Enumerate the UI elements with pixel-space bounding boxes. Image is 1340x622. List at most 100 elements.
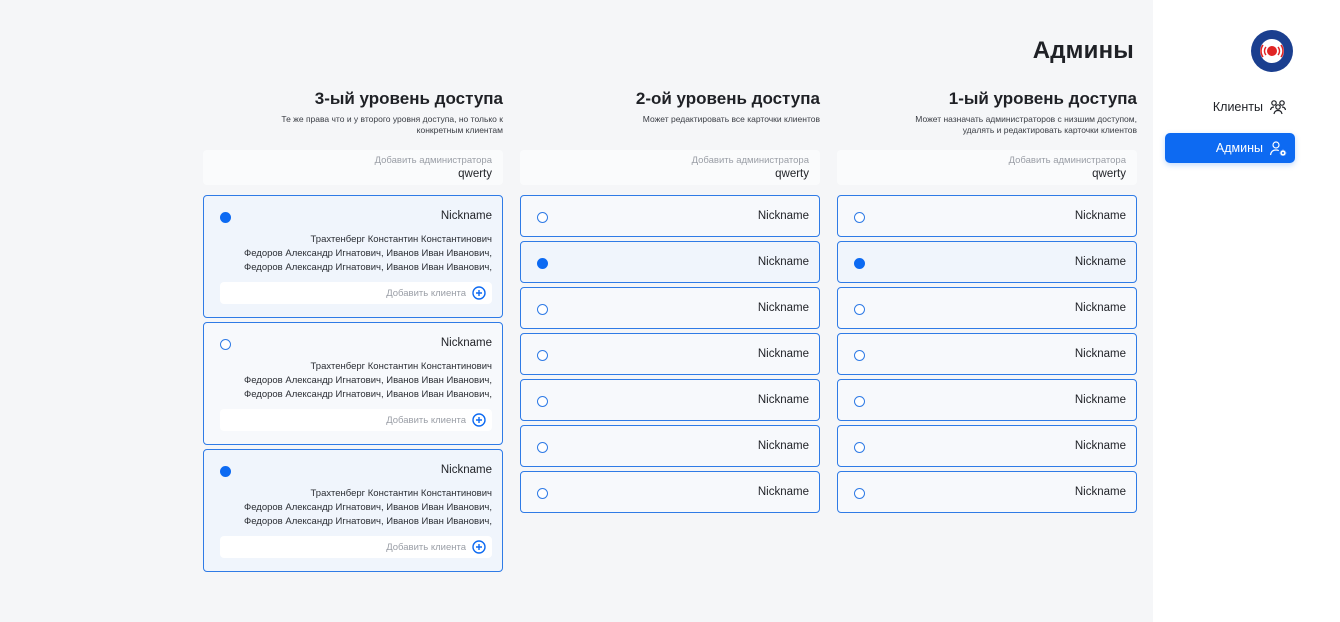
client-line: Федоров Александр Игнатович, Иванов Иван… [243, 516, 492, 527]
admin-nickname: Nickname [757, 440, 809, 452]
admin-nickname: Nickname [1074, 348, 1126, 360]
admin-card[interactable]: Nickname [520, 379, 820, 421]
admin-card[interactable]: Nickname Трахтенберг Константин Констант… [203, 195, 503, 318]
admin-card[interactable]: Nickname [520, 287, 820, 329]
add-client-button[interactable]: Добавить клиента [220, 409, 492, 431]
plus-circle-icon [472, 540, 486, 554]
client-list: Трахтенберг Константин Константинович Фе… [244, 487, 492, 529]
admin-radio[interactable] [537, 304, 548, 315]
admin-card[interactable]: Nickname [520, 241, 820, 283]
admin-nickname: Nickname [757, 256, 809, 268]
column-description-line: удалять и редактировать карточки клиенто… [962, 125, 1137, 135]
admin-nickname: Nickname [1074, 394, 1126, 406]
sidebar-item-admins[interactable]: Админы [1165, 133, 1295, 163]
admin-card[interactable]: Nickname [837, 241, 1137, 283]
page-title: Админы [1032, 37, 1134, 64]
add-admin-value: qwerty [775, 168, 809, 180]
admin-nickname: Nickname [757, 210, 809, 222]
add-admin-value: qwerty [458, 168, 492, 180]
admin-radio[interactable] [854, 304, 865, 315]
admin-card[interactable]: Nickname [837, 195, 1137, 237]
add-client-button[interactable]: Добавить клиента [220, 536, 492, 558]
admin-nickname: Nickname [1074, 302, 1126, 314]
column-description: Может назначать администраторов с низшим… [837, 114, 1137, 138]
admin-radio[interactable] [537, 442, 548, 453]
admin-card[interactable]: Nickname [837, 333, 1137, 375]
add-admin-label: Добавить администратора [374, 155, 492, 166]
admin-radio[interactable] [220, 212, 231, 223]
client-line: Трахтенберг Константин Константинович [310, 361, 492, 372]
add-admin-label: Добавить администратора [691, 155, 809, 166]
admin-card[interactable]: Nickname [837, 425, 1137, 467]
admin-card[interactable]: Nickname [837, 379, 1137, 421]
admin-radio[interactable] [537, 396, 548, 407]
column-title: 1-ый уровень доступа [948, 89, 1137, 108]
column-title: 2-ой уровень доступа [635, 89, 820, 108]
add-admin-field[interactable]: Добавить администратора qwerty [520, 150, 820, 185]
admin-card[interactable]: Nickname [520, 195, 820, 237]
admin-nickname: Nickname [440, 337, 492, 349]
admin-list: Nickname Nickname Nickname Nickname Nick… [520, 195, 820, 513]
column-description-line: конкретным клиентам [416, 125, 503, 135]
admin-nickname: Nickname [440, 464, 492, 476]
client-line: Федоров Александр Игнатович, Иванов Иван… [243, 248, 492, 259]
admin-radio[interactable] [220, 339, 231, 350]
add-admin-field[interactable]: Добавить администратора qwerty [837, 150, 1137, 185]
admin-card[interactable]: Nickname [837, 471, 1137, 513]
admin-card[interactable]: Nickname [837, 287, 1137, 329]
column-description-line: Может назначать администраторов с низшим… [915, 114, 1137, 124]
admin-nickname: Nickname [1074, 256, 1126, 268]
column-description: Может редактировать все карточки клиенто… [520, 114, 820, 138]
client-list: Трахтенберг Константин Константинович Фе… [244, 360, 492, 402]
column-description: Те же права что и у второго уровня досту… [203, 114, 503, 138]
sidebar-item-clients[interactable]: Клиенты [1165, 92, 1295, 122]
client-line: Федоров Александр Игнатович, Иванов Иван… [243, 502, 492, 513]
add-client-button[interactable]: Добавить клиента [220, 282, 492, 304]
admin-radio[interactable] [537, 258, 548, 269]
admin-nickname: Nickname [440, 210, 492, 222]
admin-radio[interactable] [854, 396, 865, 407]
add-client-label: Добавить клиента [386, 414, 466, 426]
sidebar-item-admins-label: Админы [1215, 141, 1263, 155]
add-client-label: Добавить клиента [386, 287, 466, 299]
add-client-label: Добавить клиента [386, 541, 466, 553]
client-line: Федоров Александр Игнатович, Иванов Иван… [243, 389, 492, 400]
add-admin-label: Добавить администратора [1008, 155, 1126, 166]
sidebar-item-clients-label: Клиенты [1212, 100, 1263, 114]
admin-nickname: Nickname [757, 486, 809, 498]
client-list: Трахтенберг Константин Константинович Фе… [244, 233, 492, 275]
column-description-line: Может редактировать все карточки клиенто… [642, 114, 820, 124]
brand-logo [1248, 29, 1296, 73]
client-line: Трахтенберг Константин Константинович [310, 234, 492, 245]
admin-list: Nickname Nickname Nickname Nickname Nick… [837, 195, 1137, 513]
admin-card[interactable]: Nickname [520, 471, 820, 513]
column-level-1: 1-ый уровень доступа Может назначать адм… [837, 88, 1137, 513]
column-description-line: Те же права что и у второго уровня досту… [281, 114, 503, 124]
plus-circle-icon [472, 413, 486, 427]
admin-radio[interactable] [854, 442, 865, 453]
admin-list: Nickname Трахтенберг Константин Констант… [203, 195, 503, 572]
column-level-3: 3-ый уровень доступа Те же права что и у… [203, 88, 503, 572]
admin-radio[interactable] [537, 488, 548, 499]
admin-radio[interactable] [537, 212, 548, 223]
admin-card[interactable]: Nickname Трахтенберг Константин Констант… [203, 449, 503, 572]
column-level-2: 2-ой уровень доступа Может редактировать… [520, 88, 820, 513]
add-admin-value: qwerty [1092, 168, 1126, 180]
admin-radio[interactable] [854, 350, 865, 361]
admin-radio[interactable] [854, 488, 865, 499]
column-title: 3-ый уровень доступа [314, 89, 503, 108]
client-line: Федоров Александр Игнатович, Иванов Иван… [243, 262, 492, 273]
client-line: Федоров Александр Игнатович, Иванов Иван… [243, 375, 492, 386]
admin-radio[interactable] [537, 350, 548, 361]
admin-radio[interactable] [220, 466, 231, 477]
user-settings-icon [1269, 140, 1287, 156]
add-admin-field[interactable]: Добавить администратора qwerty [203, 150, 503, 185]
admin-card[interactable]: Nickname Трахтенберг Константин Констант… [203, 322, 503, 445]
admin-nickname: Nickname [1074, 486, 1126, 498]
admin-radio[interactable] [854, 212, 865, 223]
admin-radio[interactable] [854, 258, 865, 269]
plus-circle-icon [472, 286, 486, 300]
admin-card[interactable]: Nickname [520, 333, 820, 375]
admin-nickname: Nickname [1074, 440, 1126, 452]
admin-card[interactable]: Nickname [520, 425, 820, 467]
